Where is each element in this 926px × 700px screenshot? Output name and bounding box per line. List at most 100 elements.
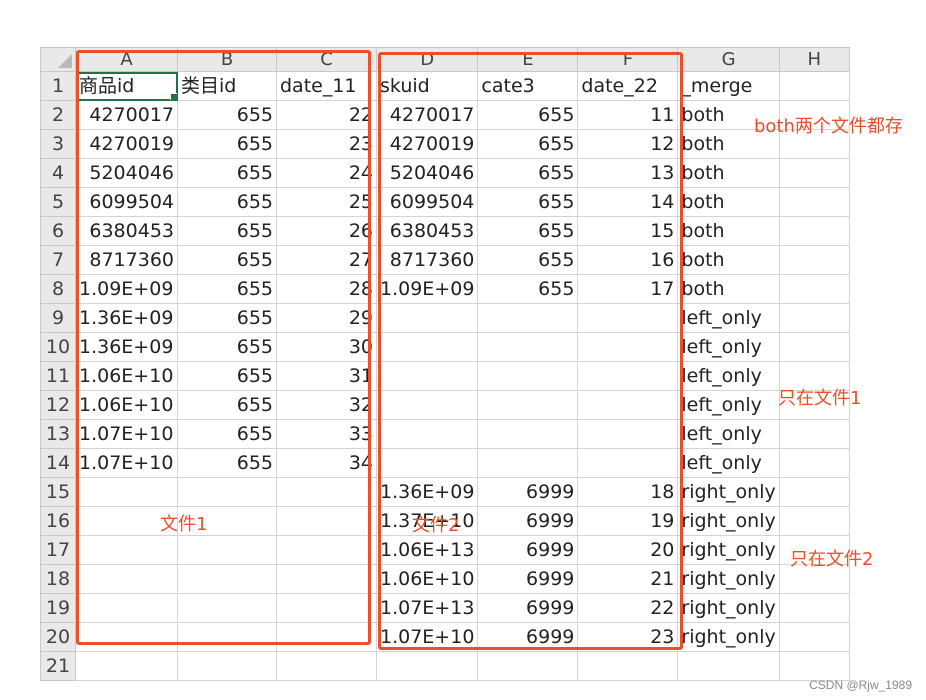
cell[interactable]: 655: [177, 332, 277, 362]
row-header[interactable]: 11: [40, 361, 76, 391]
cell[interactable]: right_only: [677, 535, 780, 565]
row-header[interactable]: 15: [40, 477, 76, 507]
cell[interactable]: [477, 419, 579, 449]
row-header[interactable]: 17: [40, 535, 76, 565]
row-header[interactable]: 16: [40, 506, 76, 536]
cell[interactable]: 655: [177, 245, 277, 275]
cell[interactable]: 4270019: [75, 129, 178, 159]
cell[interactable]: left_only: [677, 303, 780, 333]
cell[interactable]: 29: [276, 303, 377, 333]
cell[interactable]: 1.06E+13: [375, 535, 479, 565]
row-header[interactable]: 19: [40, 593, 76, 623]
cell[interactable]: [276, 593, 377, 623]
row-header[interactable]: 18: [40, 564, 76, 594]
cell[interactable]: [577, 303, 679, 333]
row-header[interactable]: 6: [40, 216, 76, 246]
cell[interactable]: [577, 651, 679, 681]
cell[interactable]: [778, 506, 850, 536]
cell[interactable]: 6999: [477, 506, 579, 536]
cell[interactable]: 655: [177, 216, 277, 246]
cell[interactable]: [577, 332, 679, 362]
cell[interactable]: 25: [276, 187, 377, 217]
cell[interactable]: [177, 593, 277, 623]
cell[interactable]: right_only: [677, 564, 780, 594]
cell[interactable]: [577, 419, 679, 449]
cell[interactable]: [276, 651, 377, 681]
cell[interactable]: 1.09E+09: [375, 274, 479, 304]
cell[interactable]: 655: [177, 100, 277, 130]
cell[interactable]: [778, 477, 850, 507]
cell[interactable]: [75, 535, 178, 565]
cell[interactable]: both: [677, 216, 780, 246]
cell[interactable]: both: [677, 158, 780, 188]
column-header-d[interactable]: D: [375, 47, 479, 72]
cell[interactable]: 1.06E+10: [375, 564, 479, 594]
cell[interactable]: 12: [577, 129, 679, 159]
cell[interactable]: 655: [477, 216, 579, 246]
cell[interactable]: 5204046: [375, 158, 479, 188]
cell[interactable]: 1.36E+09: [75, 303, 178, 333]
cell[interactable]: [477, 390, 579, 420]
cell[interactable]: both: [677, 187, 780, 217]
cell[interactable]: 655: [177, 303, 277, 333]
cell[interactable]: 20: [577, 535, 679, 565]
cell[interactable]: 27: [276, 245, 377, 275]
cell[interactable]: [75, 622, 178, 652]
cell[interactable]: 8717360: [375, 245, 479, 275]
cell[interactable]: 6999: [477, 477, 579, 507]
cell[interactable]: [75, 564, 178, 594]
cell[interactable]: [778, 593, 850, 623]
cell[interactable]: [778, 332, 850, 362]
column-header-b[interactable]: B: [177, 47, 277, 72]
cell[interactable]: [276, 477, 377, 507]
cell[interactable]: both: [677, 245, 780, 275]
cell[interactable]: 32: [276, 390, 377, 420]
cell[interactable]: [276, 564, 377, 594]
cell[interactable]: [477, 361, 579, 391]
cell[interactable]: 655: [477, 274, 579, 304]
cell[interactable]: 655: [177, 448, 277, 478]
cell[interactable]: [75, 651, 178, 681]
cell[interactable]: [375, 361, 479, 391]
row-header[interactable]: 1: [40, 71, 76, 101]
cell[interactable]: 11: [577, 100, 679, 130]
cell[interactable]: 34: [276, 448, 377, 478]
cell[interactable]: skuid: [375, 71, 479, 101]
cell[interactable]: [778, 187, 850, 217]
cell[interactable]: 22: [577, 593, 679, 623]
cell[interactable]: [375, 448, 479, 478]
cell[interactable]: 31: [276, 361, 377, 391]
cell[interactable]: 655: [477, 158, 579, 188]
cell[interactable]: [778, 216, 850, 246]
row-header[interactable]: 20: [40, 622, 76, 652]
cell[interactable]: 23: [577, 622, 679, 652]
cell[interactable]: [778, 158, 850, 188]
cell[interactable]: 655: [177, 129, 277, 159]
cell[interactable]: 33: [276, 419, 377, 449]
row-header[interactable]: 7: [40, 245, 76, 275]
cell[interactable]: [778, 448, 850, 478]
cell[interactable]: [177, 477, 277, 507]
cell[interactable]: 6380453: [75, 216, 178, 246]
cell[interactable]: 13: [577, 158, 679, 188]
cell[interactable]: [375, 332, 479, 362]
cell[interactable]: [577, 361, 679, 391]
cell[interactable]: [75, 593, 178, 623]
cell[interactable]: 16: [577, 245, 679, 275]
row-header[interactable]: 14: [40, 448, 76, 478]
row-header[interactable]: 13: [40, 419, 76, 449]
cell[interactable]: 23: [276, 129, 377, 159]
cell[interactable]: 24: [276, 158, 377, 188]
cell[interactable]: [375, 390, 479, 420]
cell[interactable]: 商品id: [75, 71, 178, 101]
cell[interactable]: 655: [477, 187, 579, 217]
cell[interactable]: 17: [577, 274, 679, 304]
cell[interactable]: 655: [477, 100, 579, 130]
cell[interactable]: [778, 651, 850, 681]
cell[interactable]: 8717360: [75, 245, 178, 275]
cell[interactable]: 6380453: [375, 216, 479, 246]
column-header-g[interactable]: G: [677, 47, 780, 72]
cell[interactable]: [477, 332, 579, 362]
cell[interactable]: [778, 71, 850, 101]
cell[interactable]: [375, 303, 479, 333]
